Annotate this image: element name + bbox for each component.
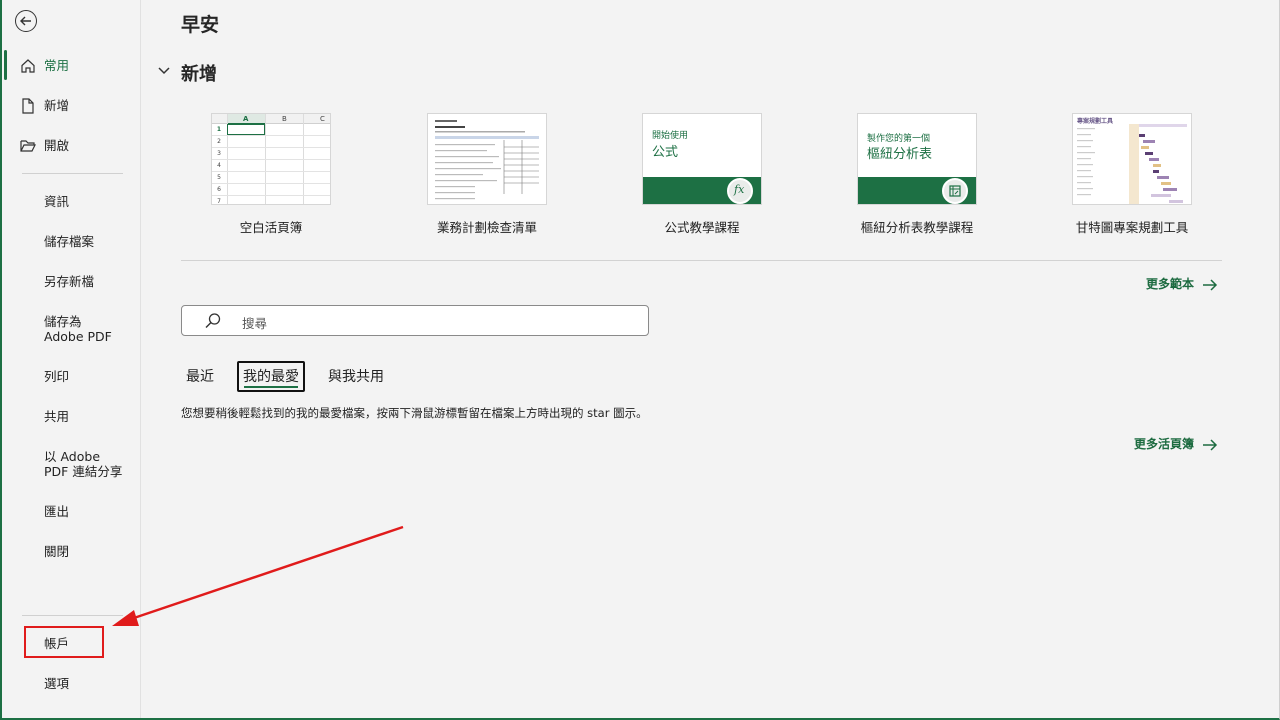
thumbnail-title: 樞紐分析表 [867,147,933,162]
function-icon: fx [727,178,753,204]
annotation-highlight-box [24,626,104,658]
back-button[interactable] [15,10,37,32]
new-document-icon [22,98,34,114]
column-header: B [282,115,287,123]
backstage-sidebar: 常用 新增 開啟 資訊 儲存檔案 另存新檔 儲存為 Adobe PDF 列印 共… [2,0,141,718]
sidebar-divider [22,615,123,616]
column-header: A [243,115,249,123]
sidebar-item-label: 關閉 [44,544,70,559]
sidebar-item-label: 儲存為 [44,314,82,329]
tab-label: 我的最愛 [243,369,299,385]
template-thumbnail: 開始使用 公式 fx [642,113,762,205]
home-icon [21,59,35,73]
column-header: C [320,115,325,123]
sidebar-item-label: 共用 [44,409,70,424]
sidebar-item-label-line2: PDF 連結分享 [44,464,123,479]
template-thumbnail [427,113,547,205]
template-thumbnail: 製作您的第一個 樞紐分析表 [857,113,977,205]
thumbnail-title: 公式 [652,145,679,160]
sidebar-item-label: 儲存檔案 [44,234,95,249]
row-header: 1 [216,126,222,133]
open-folder-icon [20,140,36,152]
sidebar-item-label: 以 Adobe [44,449,101,464]
more-workbooks-link[interactable]: 更多活頁簿 [1134,435,1218,452]
sidebar-item-label: 資訊 [44,194,70,209]
page-title: 早安 [181,14,220,36]
more-templates-label: 更多範本 [1146,277,1195,291]
tab-shared-with-me[interactable]: 與我共用 [328,366,384,386]
template-caption: 樞紐分析表教學課程 [860,220,974,235]
sidebar-item-label: 列印 [44,369,70,384]
sidebar-item-label: 另存新檔 [44,274,95,289]
tab-label: 最近 [186,369,214,385]
template-thumbnail: A B C 1 2 3 4 5 6 7 [211,113,331,205]
row-header: 6 [217,186,221,193]
window-frame [0,0,1280,720]
section-divider [181,260,1222,261]
sidebar-item-label: 常用 [44,58,70,73]
row-header: 7 [217,198,221,205]
tab-favorites[interactable]: 我的最愛 [237,361,305,392]
back-arrow-icon [20,16,31,26]
sidebar-item-label: 新增 [44,98,70,113]
chevron-down-icon [158,67,170,75]
tab-recent[interactable]: 最近 [186,366,214,386]
arrow-right-icon [1203,439,1218,451]
tab-label: 與我共用 [328,369,384,385]
template-thumbnail: 專案規劃工具 [1072,113,1192,205]
search-placeholder: 搜尋 [242,316,268,331]
more-templates-link[interactable]: 更多範本 [1146,275,1218,292]
thumbnail-subtitle: 開始使用 [652,131,689,141]
sidebar-item-label: 選項 [44,676,70,691]
sidebar-item-label-line2: Adobe PDF [44,329,112,344]
section-title: 新增 [181,64,217,85]
template-caption: 業務計劃檢查清單 [436,220,537,235]
more-workbooks-label: 更多活頁簿 [1134,437,1195,451]
sidebar-item-label: 匯出 [44,504,70,519]
favorites-empty-message: 您想要稍後輕鬆找到的我的最愛檔案，按兩下滑鼠游標暫留在檔案上方時出現的 star… [181,406,648,420]
sidebar-item-label: 開啟 [44,138,70,153]
row-header: 4 [217,162,221,169]
template-caption: 空白活頁簿 [239,220,303,235]
search-icon [205,313,221,328]
sidebar-divider [22,173,123,174]
row-header: 5 [217,174,221,181]
row-header: 3 [217,150,221,157]
pivot-table-icon [942,178,968,204]
row-header: 2 [217,138,221,145]
search-input[interactable]: 搜尋 [181,305,649,336]
arrow-right-icon [1203,279,1218,291]
template-caption: 公式教學課程 [664,220,740,235]
template-caption: 甘特圖專案規劃工具 [1075,220,1189,235]
